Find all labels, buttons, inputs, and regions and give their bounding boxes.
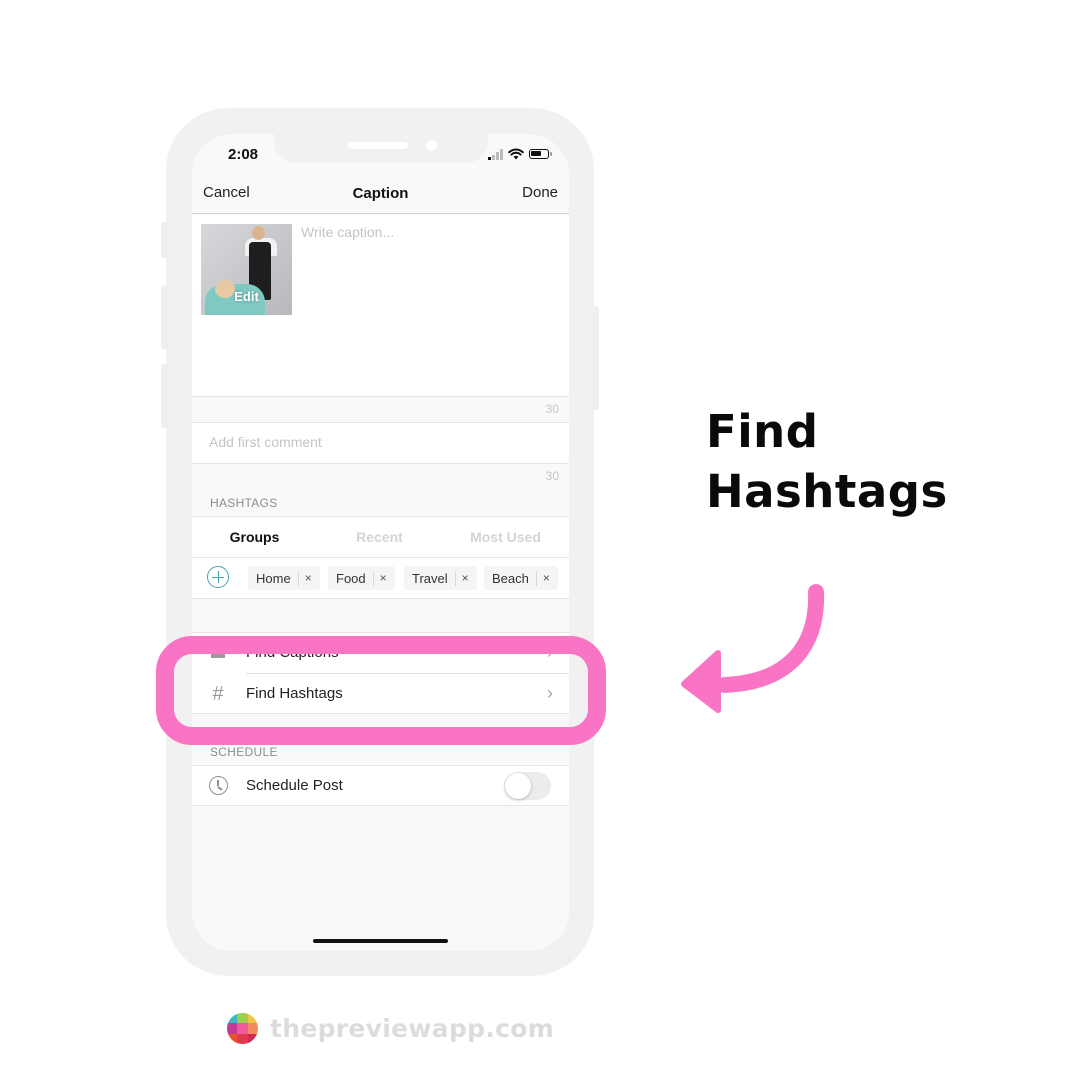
hashtag-groups-row: Home × Food × Travel × Beach × bbox=[192, 558, 569, 599]
wifi-icon bbox=[508, 148, 524, 160]
phone-screen: 2:08 Cancel Caption Done Edit 30 30 HASH… bbox=[192, 134, 569, 951]
remove-icon[interactable]: × bbox=[380, 571, 387, 585]
front-camera bbox=[426, 140, 437, 151]
tools-list: ▬ Find Captions › # Find Hashtags › bbox=[192, 632, 569, 714]
logo-tile bbox=[227, 1023, 238, 1034]
comment-char-count: 30 bbox=[545, 469, 559, 483]
first-comment-input[interactable] bbox=[209, 434, 549, 450]
status-time: 2:08 bbox=[228, 146, 259, 163]
phone-volume-down bbox=[161, 364, 169, 428]
hash-icon: # bbox=[212, 683, 224, 705]
edit-photo-button[interactable]: Edit bbox=[201, 289, 292, 304]
phone-volume-up bbox=[161, 285, 169, 349]
brand-text: thepreviewapp.com bbox=[270, 1014, 555, 1043]
speaker-grille bbox=[348, 142, 408, 149]
chevron-right-icon: › bbox=[547, 642, 553, 662]
notch bbox=[274, 134, 488, 163]
logo-tile bbox=[247, 1033, 258, 1044]
page-title: Caption bbox=[352, 185, 409, 202]
schedule-toggle[interactable] bbox=[504, 772, 551, 800]
hashtag-group-chip[interactable]: Travel × bbox=[404, 566, 477, 590]
logo-tile bbox=[247, 1023, 258, 1034]
logo-tile bbox=[247, 1013, 258, 1024]
chip-label: Home bbox=[256, 570, 291, 586]
phone-mute-switch bbox=[161, 222, 169, 258]
caption-editor: Edit bbox=[192, 215, 569, 397]
toggle-knob bbox=[505, 773, 531, 799]
tab-groups[interactable]: Groups bbox=[192, 529, 317, 545]
logo-tile bbox=[227, 1033, 238, 1044]
done-button[interactable]: Done bbox=[522, 184, 558, 201]
caption-char-count: 30 bbox=[545, 402, 559, 416]
chevron-right-icon: › bbox=[547, 683, 553, 703]
find-captions-label: Find Captions bbox=[246, 644, 339, 661]
first-comment-row bbox=[192, 422, 569, 464]
hashtag-group-chip[interactable]: Home × bbox=[248, 566, 320, 590]
find-hashtags-item[interactable]: # Find Hashtags › bbox=[192, 674, 569, 715]
plus-circle-icon[interactable] bbox=[207, 566, 229, 588]
post-thumbnail[interactable]: Edit bbox=[201, 224, 292, 315]
clock-icon bbox=[209, 776, 228, 795]
logo-tile bbox=[237, 1023, 248, 1034]
phone-power-button bbox=[591, 306, 599, 410]
find-hashtags-label: Find Hashtags bbox=[246, 685, 343, 702]
logo-tile bbox=[227, 1013, 238, 1024]
hashtag-tabs: Groups Recent Most Used bbox=[192, 516, 569, 558]
tab-most-used[interactable]: Most Used bbox=[443, 529, 568, 545]
callout-text: Find Hashtags bbox=[706, 402, 948, 522]
battery-icon bbox=[529, 149, 552, 159]
remove-icon[interactable]: × bbox=[462, 571, 469, 585]
callout-line-2: Hashtags bbox=[706, 465, 948, 518]
caption-lines-icon: ▬ bbox=[211, 645, 225, 661]
callout-line-1: Find bbox=[706, 405, 819, 458]
schedule-post-row: Schedule Post bbox=[192, 765, 569, 806]
curved-arrow-icon bbox=[681, 584, 825, 713]
chip-label: Food bbox=[336, 570, 366, 586]
caption-input[interactable] bbox=[301, 224, 556, 384]
logo-tile bbox=[237, 1013, 248, 1024]
chip-label: Travel bbox=[412, 570, 448, 586]
hashtag-group-chip[interactable]: Beach × bbox=[484, 566, 558, 590]
remove-icon[interactable]: × bbox=[305, 571, 312, 585]
remove-icon[interactable]: × bbox=[543, 571, 550, 585]
status-icons bbox=[488, 148, 552, 160]
schedule-post-label: Schedule Post bbox=[246, 777, 343, 794]
navigation-bar: Cancel Caption Done bbox=[192, 174, 569, 214]
hashtag-group-chip[interactable]: Food × bbox=[328, 566, 395, 590]
signal-icon bbox=[488, 148, 503, 160]
brand-logo-icon bbox=[227, 1013, 258, 1044]
hashtags-section-label: HASHTAGS bbox=[210, 496, 278, 510]
home-indicator bbox=[313, 939, 448, 943]
logo-tile bbox=[237, 1033, 248, 1044]
tab-recent[interactable]: Recent bbox=[317, 529, 442, 545]
schedule-section-label: SCHEDULE bbox=[210, 745, 278, 759]
find-captions-item[interactable]: ▬ Find Captions › bbox=[192, 633, 569, 674]
brand-footer: thepreviewapp.com bbox=[227, 1013, 554, 1044]
chip-label: Beach bbox=[492, 570, 529, 586]
